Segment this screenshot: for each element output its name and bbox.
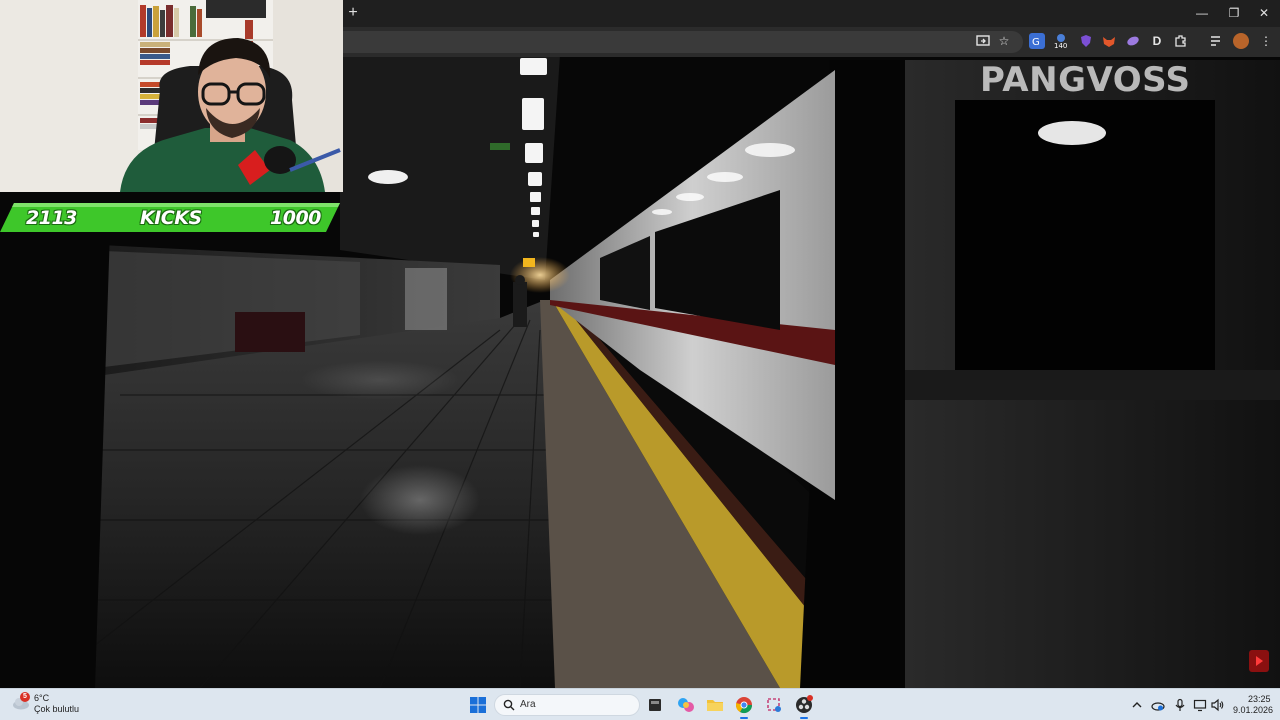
- profile-avatar[interactable]: [1233, 33, 1249, 49]
- snipping-tool-icon[interactable]: [764, 695, 784, 715]
- svg-text:G: G: [1032, 37, 1040, 48]
- clock-time[interactable]: 23:25: [1248, 694, 1271, 704]
- windows-start-icon[interactable]: [470, 697, 486, 713]
- kicks-label: KICKS: [140, 207, 202, 229]
- star-icon[interactable]: ☆: [996, 33, 1012, 49]
- chrome-icon[interactable]: [734, 695, 754, 719]
- kicks-goal: 1000: [270, 207, 321, 229]
- onedrive-icon[interactable]: [1151, 698, 1165, 712]
- shield-extension-icon[interactable]: [1078, 33, 1094, 49]
- channel-watermark: PANGVOSS: [980, 60, 1191, 100]
- search-placeholder: Ara: [520, 699, 536, 710]
- chevron-up-icon[interactable]: [1130, 698, 1144, 712]
- more-icon[interactable]: ⋮: [1258, 33, 1274, 49]
- kicks-current: 2113: [26, 207, 77, 229]
- copilot-icon[interactable]: [676, 695, 696, 715]
- weather-temperature[interactable]: 6°C: [34, 693, 49, 703]
- d-extension-icon[interactable]: D: [1149, 33, 1165, 49]
- weather-badge: 5: [20, 692, 30, 702]
- browser-tab-strip: [343, 0, 1280, 27]
- file-explorer-icon[interactable]: [645, 695, 665, 715]
- extension-badge: 140: [1054, 42, 1067, 49]
- streamer-webcam-image: [0, 0, 343, 192]
- youtube-logo-icon: [1248, 648, 1270, 674]
- search-icon: [503, 699, 515, 711]
- folder-icon[interactable]: [705, 695, 725, 715]
- restore-button[interactable]: ❐: [1220, 4, 1248, 22]
- screen: + — ❐ ✕ ☆ G 140 D ⋮ PANGVOSS 2113 KICKS …: [0, 0, 1280, 720]
- weather-description[interactable]: Çok bulutlu: [34, 704, 79, 714]
- fox-extension-icon[interactable]: [1101, 33, 1117, 49]
- webcam-overlay: [0, 0, 343, 192]
- display-icon[interactable]: [1193, 698, 1207, 712]
- minimize-button[interactable]: —: [1188, 4, 1216, 22]
- close-button[interactable]: ✕: [1250, 4, 1278, 22]
- cast-icon[interactable]: [975, 33, 991, 49]
- purple-extension-icon[interactable]: [1125, 33, 1141, 49]
- playlist-icon[interactable]: [1208, 33, 1224, 49]
- clock-date[interactable]: 9.01.2026: [1233, 705, 1273, 715]
- address-bar[interactable]: [343, 31, 1023, 53]
- volume-icon[interactable]: [1210, 698, 1224, 712]
- puzzle-icon[interactable]: [1173, 33, 1189, 49]
- translate-icon[interactable]: G: [1029, 33, 1045, 49]
- new-tab-button[interactable]: +: [344, 4, 362, 22]
- microphone-icon[interactable]: [1173, 698, 1187, 712]
- taskbar-search-box[interactable]: Ara: [494, 694, 640, 716]
- extension-140-icon[interactable]: 140: [1053, 33, 1069, 50]
- kicks-goal-bar: 2113 KICKS 1000: [0, 203, 340, 233]
- obs-icon[interactable]: [794, 695, 814, 719]
- taskbar: 5 6°C Çok bulutlu Ara 23:25 9.01.2026: [0, 688, 1280, 720]
